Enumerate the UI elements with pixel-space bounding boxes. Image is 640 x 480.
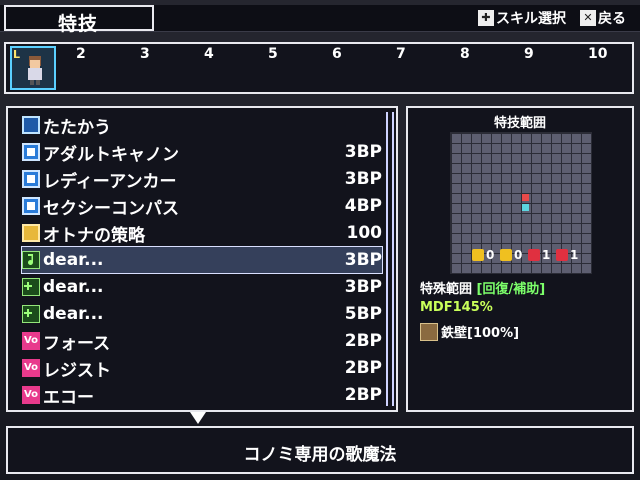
skill-cost: 100 (346, 223, 383, 243)
back-label: 戻る (598, 11, 626, 27)
skill-item[interactable]: dear... 3BP (22, 274, 382, 300)
skill-name: フォース (43, 333, 111, 354)
buff-value: 0 (486, 248, 495, 262)
sword-icon (22, 116, 40, 134)
skill-cost: 2BP (344, 358, 382, 378)
buff-indicator: 0 (500, 248, 522, 262)
def-arrow-icon (500, 249, 512, 261)
buff-value: 0 (514, 248, 523, 262)
music-plus-icon (22, 305, 40, 323)
down-arrow-icon (556, 249, 568, 261)
skill-cost: 5BP (344, 304, 382, 324)
party-slot-3[interactable]: 3 (140, 46, 150, 62)
shield-icon (420, 322, 438, 341)
skill-icon (22, 143, 40, 161)
range-title: 特技範囲 (493, 116, 546, 131)
skill-item[interactable]: アダルトキャノン 3BP (22, 139, 382, 165)
buff-indicator: 1 (528, 248, 550, 262)
skill-item[interactable]: セクシーコンパス 4BP (22, 193, 382, 219)
skill-item[interactable]: Vo レジスト 2BP (22, 355, 382, 381)
character-portrait (28, 56, 42, 85)
skill-name: エコー (43, 387, 94, 408)
leader-badge: L (13, 48, 21, 61)
skill-icon (22, 170, 40, 188)
atk-arrow-icon (472, 249, 484, 261)
back-hint[interactable]: ✕ 戻る (580, 8, 626, 28)
party-slot-2[interactable]: 2 (76, 46, 86, 62)
up-arrow-icon (528, 249, 540, 261)
target-cell (522, 204, 529, 211)
skill-cost: 3BP (344, 277, 382, 297)
party-slot-1[interactable]: L (10, 46, 56, 90)
vo-icon: Vo (22, 332, 40, 350)
skill-item[interactable]: Vo エコー 2BP (22, 382, 382, 408)
party-slot-7[interactable]: 7 (396, 46, 406, 62)
status-effect: 鉄壁[100%] (420, 322, 519, 341)
skill-name: レディーアンカー (43, 171, 177, 192)
party-bar: L 2 3 4 5 6 7 8 9 10 (4, 42, 634, 94)
skill-cost: 2BP (344, 385, 382, 405)
party-slot-4[interactable]: 4 (204, 46, 214, 62)
skill-cost: 3BP (344, 250, 382, 270)
skill-select-hint[interactable]: ✚ スキル選択 (478, 8, 566, 28)
skill-cost: 4BP (344, 196, 382, 216)
vo-icon: Vo (22, 359, 40, 377)
skill-name: アダルトキャノン (43, 144, 179, 165)
skill-list: たたかう アダルトキャノン 3BP レディーアンカー 3BP セクシーコンパス … (6, 106, 398, 412)
party-slot-9[interactable]: 9 (524, 46, 534, 62)
skill-item[interactable]: レディーアンカー 3BP (22, 166, 382, 192)
skill-item[interactable]: たたかう (22, 112, 382, 138)
mdf-value: 145% (452, 300, 493, 315)
skill-name: dear... (43, 304, 104, 324)
mdf-stat: MDF145% (420, 300, 493, 315)
status-effect-name: 鉄壁[100%] (441, 326, 520, 341)
description-box: コノミ専用の歌魔法 (6, 426, 634, 474)
caster-cell (522, 194, 529, 201)
special-range: 特殊範囲 [回復/補助] (420, 278, 545, 297)
scroll-down-arrow-icon[interactable] (190, 412, 206, 424)
skill-name: セクシーコンパス (43, 198, 179, 219)
cancel-button-icon: ✕ (580, 10, 596, 26)
skill-cost: 3BP (344, 169, 382, 189)
strategy-icon (22, 224, 40, 242)
skill-cost: 3BP (344, 142, 382, 162)
screen-title: 特技 (58, 13, 99, 35)
vo-icon: Vo (22, 386, 40, 404)
skill-cost: 2BP (344, 331, 382, 351)
mdf-label: MDF (420, 300, 453, 315)
music-plus-icon (22, 278, 40, 296)
special-range-label: 特殊範囲 (420, 282, 473, 297)
dpad-icon: ✚ (478, 10, 494, 26)
buff-indicator: 0 (472, 248, 494, 262)
skill-range-panel: 特技範囲 0 0 1 1 特殊範囲 [回復/補助] MDF145% 鉄壁[100… (406, 106, 634, 412)
skill-select-label: スキル選択 (496, 11, 566, 27)
skill-name: たたかう (43, 117, 111, 138)
list-scrollbar[interactable] (386, 112, 394, 406)
skill-item[interactable]: オトナの策略 100 (22, 220, 382, 246)
buff-value: 1 (542, 248, 551, 262)
skill-description: コノミ専用の歌魔法 (243, 445, 397, 465)
party-slot-10[interactable]: 10 (588, 46, 607, 62)
party-slot-5[interactable]: 5 (268, 46, 278, 62)
skill-item[interactable]: dear... 5BP (22, 301, 382, 327)
buff-value: 1 (570, 248, 579, 262)
special-range-value: [回復/補助] (476, 282, 546, 297)
buff-indicator: 1 (556, 248, 578, 262)
skill-name: レジスト (43, 360, 111, 381)
skill-name: dear... (43, 250, 104, 270)
title-box: 特技 (4, 5, 154, 35)
party-slot-8[interactable]: 8 (460, 46, 470, 62)
party-slot-6[interactable]: 6 (332, 46, 342, 62)
skill-name: dear... (43, 277, 104, 297)
music-note-icon (22, 251, 40, 269)
skill-item[interactable]: Vo フォース 2BP (22, 328, 382, 354)
skill-icon (22, 197, 40, 215)
skill-item-selected[interactable]: dear... 3BP (21, 246, 383, 274)
skill-name: オトナの策略 (43, 225, 145, 246)
